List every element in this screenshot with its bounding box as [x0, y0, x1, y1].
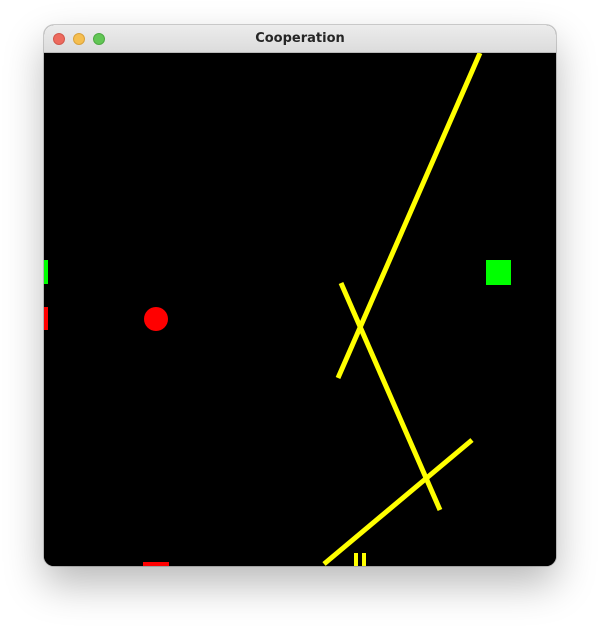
green-paddle-left [44, 260, 48, 284]
game-background [44, 53, 556, 566]
game-scene [44, 53, 556, 566]
red-paddle-left [44, 307, 48, 330]
red-ball [144, 307, 168, 331]
game-canvas[interactable] [44, 53, 556, 566]
game-window: Cooperation [44, 25, 556, 566]
red-paddle-bottom [143, 562, 169, 566]
window-title: Cooperation [255, 31, 345, 46]
title-bar[interactable]: Cooperation [44, 25, 556, 53]
yellow-paddle-bottom-left [354, 553, 358, 566]
green-target [486, 260, 511, 285]
yellow-paddle-bottom-right [362, 553, 366, 566]
